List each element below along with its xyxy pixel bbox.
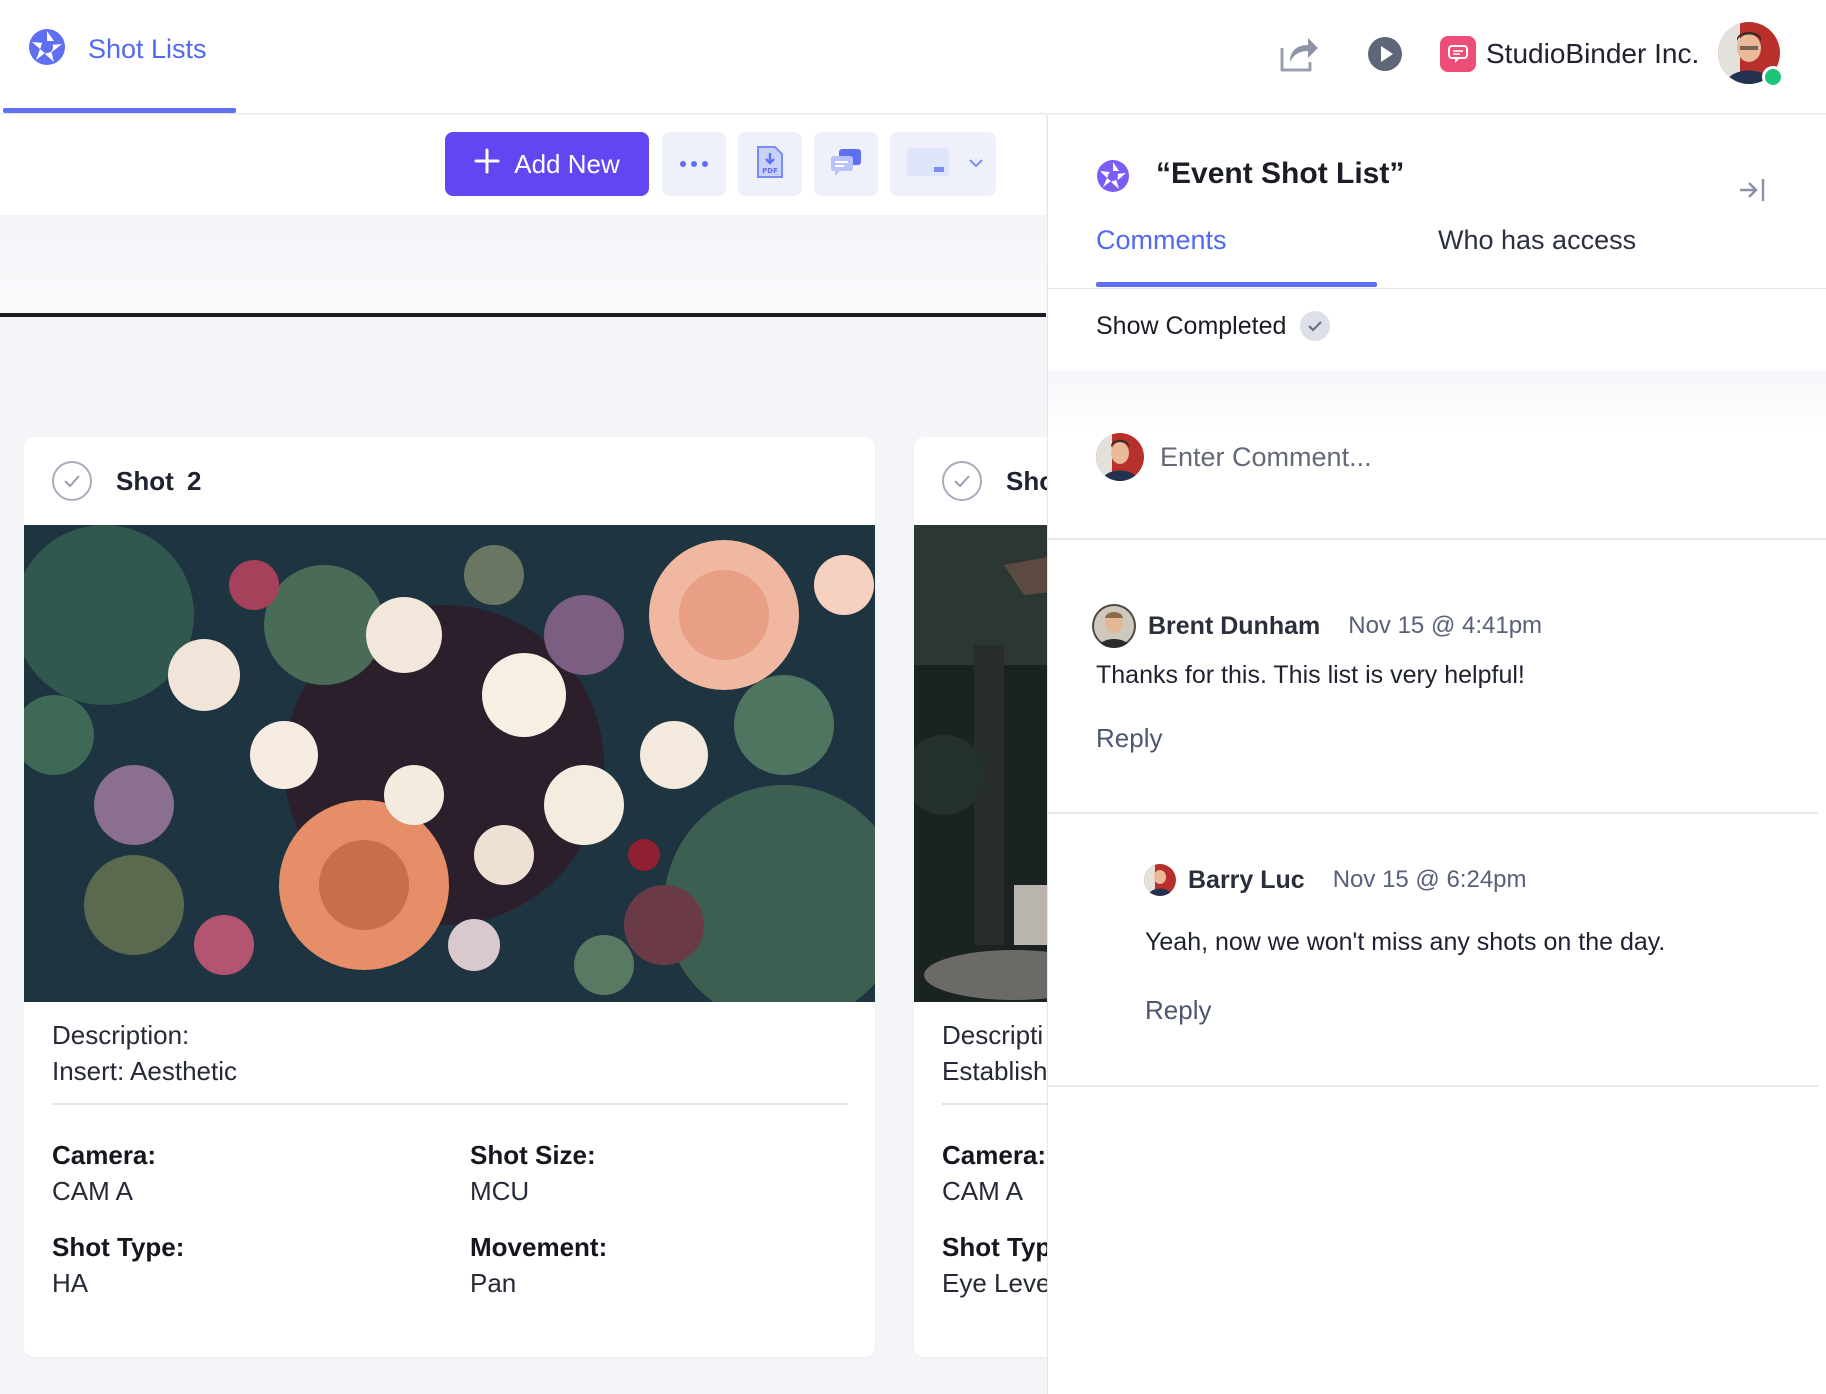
chat-bubble-icon bbox=[1440, 36, 1476, 72]
top-bar: Shot Lists StudioBinder Inc. bbox=[0, 0, 1826, 114]
panel-title: “Event Shot List” bbox=[1156, 157, 1405, 190]
pdf-download-icon: PDF bbox=[756, 145, 784, 184]
shot-card-header: Shot 2 bbox=[24, 437, 875, 525]
complete-shot-checkbox[interactable] bbox=[942, 461, 982, 501]
comment-text: Thanks for this. This list is very helpf… bbox=[1096, 661, 1525, 689]
comment-composer bbox=[1096, 433, 1760, 481]
reply-button[interactable]: Reply bbox=[1096, 723, 1162, 754]
ellipsis-icon bbox=[679, 155, 709, 173]
comment-divider bbox=[1048, 1085, 1818, 1087]
check-icon bbox=[1300, 311, 1331, 341]
comment-divider bbox=[1048, 812, 1818, 814]
comments-panel: “Event Shot List” Comments Who has acces… bbox=[1047, 115, 1826, 1394]
shot-list-board: Add New PDF Shot 2 Description: Insert: … bbox=[0, 115, 1114, 1394]
card-divider bbox=[52, 1103, 848, 1105]
description-value: Establish bbox=[942, 1056, 1048, 1086]
comment-author[interactable]: Barry Luc bbox=[1188, 866, 1305, 895]
company-switcher[interactable]: StudioBinder Inc. bbox=[1440, 36, 1699, 72]
active-tab-indicator bbox=[1096, 282, 1377, 287]
comment-header: Barry Luc Nov 15 @ 6:24pm bbox=[1144, 864, 1527, 896]
comments-toggle-button[interactable] bbox=[814, 132, 878, 196]
aperture-logo-icon bbox=[1096, 159, 1130, 198]
shot-type-field: Shot Typ Eye Leve bbox=[942, 1229, 1051, 1301]
camera-field: Camera: CAM A bbox=[52, 1137, 156, 1209]
section-divider bbox=[0, 313, 1046, 317]
comments-icon bbox=[829, 147, 863, 182]
add-new-button[interactable]: Add New bbox=[445, 132, 649, 196]
comment-input[interactable] bbox=[1160, 441, 1760, 473]
panel-band bbox=[1048, 370, 1826, 430]
tab-comments[interactable]: Comments bbox=[1096, 225, 1227, 256]
avatar bbox=[1144, 864, 1176, 896]
shot-card[interactable]: Shot 2 Description: Insert: Aesthetic Ca… bbox=[24, 437, 875, 1357]
comment-timestamp: Nov 15 @ 6:24pm bbox=[1332, 866, 1527, 893]
shot-type-value: Eye Leve bbox=[942, 1268, 1051, 1298]
camera-value: CAM A bbox=[942, 1176, 1023, 1206]
tabs-divider bbox=[1048, 288, 1826, 289]
app-tab-shot-lists[interactable]: Shot Lists bbox=[28, 28, 207, 71]
camera-label: Camera: bbox=[52, 1140, 157, 1170]
shot-image-flowers[interactable] bbox=[24, 525, 875, 1025]
shot-description: Description: Insert: Aesthetic bbox=[52, 1017, 237, 1089]
shot-type-field: Shot Type: HA bbox=[52, 1229, 184, 1301]
add-new-label: Add New bbox=[514, 148, 620, 179]
comment-header: Brent Dunham Nov 15 @ 4:41pm bbox=[1092, 604, 1542, 648]
movement-field: Movement: Pan bbox=[470, 1229, 607, 1301]
play-icon[interactable] bbox=[1366, 35, 1404, 78]
online-status-indicator bbox=[1762, 66, 1784, 88]
camera-field: Camera: CAM A bbox=[942, 1137, 1046, 1209]
view-mode-dropdown[interactable] bbox=[890, 132, 996, 196]
shot-type-label: Shot Type: bbox=[52, 1232, 185, 1262]
export-pdf-button[interactable]: PDF bbox=[738, 132, 802, 196]
toolbar: Add New PDF bbox=[0, 115, 1046, 215]
avatar bbox=[1096, 433, 1144, 481]
description-value: Insert: Aesthetic bbox=[52, 1056, 237, 1086]
svg-text:PDF: PDF bbox=[762, 167, 778, 175]
show-completed-label: Show Completed bbox=[1096, 311, 1287, 340]
comment-author[interactable]: Brent Dunham bbox=[1148, 612, 1320, 641]
description-label: Description: bbox=[52, 1020, 190, 1050]
section-band bbox=[0, 215, 1046, 315]
shot-size-value: MCU bbox=[470, 1176, 530, 1206]
complete-shot-checkbox[interactable] bbox=[52, 461, 92, 501]
collapse-panel-icon[interactable] bbox=[1738, 177, 1766, 208]
movement-label: Movement: bbox=[470, 1232, 608, 1262]
tab-who-has-access[interactable]: Who has access bbox=[1438, 225, 1636, 256]
active-tab-indicator bbox=[3, 108, 236, 113]
chevron-down-icon bbox=[968, 155, 984, 173]
aperture-logo-icon bbox=[28, 28, 66, 71]
composer-divider bbox=[1048, 538, 1826, 540]
shot-size-field: Shot Size: MCU bbox=[470, 1137, 596, 1209]
description-label: Descripti bbox=[942, 1020, 1044, 1050]
share-icon[interactable] bbox=[1278, 34, 1320, 79]
camera-label: Camera: bbox=[942, 1140, 1047, 1170]
camera-value: CAM A bbox=[52, 1176, 133, 1206]
card-view-icon bbox=[906, 147, 950, 182]
shot-type-value: HA bbox=[52, 1268, 89, 1298]
more-options-button[interactable] bbox=[662, 132, 726, 196]
avatar bbox=[1092, 604, 1136, 648]
show-completed-toggle[interactable]: Show Completed bbox=[1096, 311, 1331, 341]
app-tab-label: Shot Lists bbox=[88, 34, 207, 64]
comment-text: Yeah, now we won't miss any shots on the… bbox=[1145, 928, 1666, 956]
shot-type-label: Shot Typ bbox=[942, 1232, 1052, 1262]
shot-description: Descripti Establish bbox=[942, 1017, 1048, 1089]
shot-title: Shot 2 bbox=[116, 465, 202, 496]
shot-size-label: Shot Size: bbox=[470, 1140, 596, 1170]
comment-timestamp: Nov 15 @ 4:41pm bbox=[1348, 612, 1543, 639]
reply-button[interactable]: Reply bbox=[1145, 995, 1211, 1026]
plus-icon bbox=[474, 148, 500, 181]
movement-value: Pan bbox=[470, 1268, 517, 1298]
company-name: StudioBinder Inc. bbox=[1486, 38, 1700, 69]
